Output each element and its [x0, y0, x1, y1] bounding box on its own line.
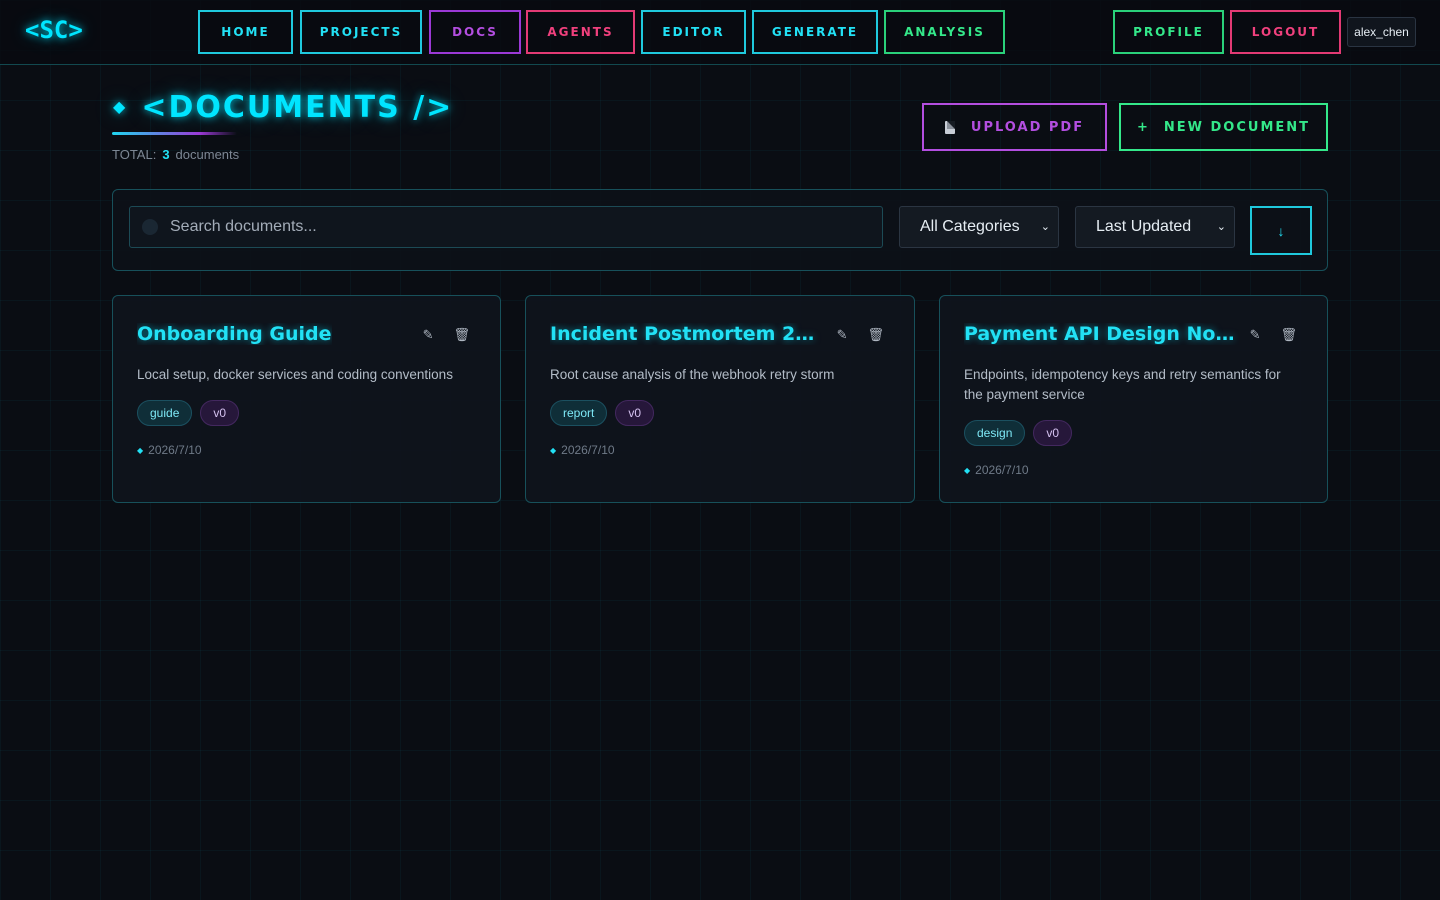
total-label: TOTAL:	[112, 147, 157, 162]
app-logo[interactable]: <SC>	[25, 16, 83, 44]
plus-icon: +	[1136, 119, 1150, 135]
nav-generate-button[interactable]: GENERATE	[752, 10, 878, 54]
new-document-button[interactable]: + NEW DOCUMENT	[1119, 103, 1328, 151]
filter-panel: All Categories ⌄ Last Updated ⌄ ↓	[112, 189, 1328, 271]
title-underline	[112, 132, 237, 135]
profile-button[interactable]: PROFILE	[1113, 10, 1224, 54]
category-select[interactable]: All Categories ⌄	[899, 206, 1059, 248]
top-navbar: <SC> HOME PROJECTS DOCS AGENTS EDITOR GE…	[0, 0, 1440, 65]
document-date: ◆ 2026/7/10	[137, 443, 202, 457]
document-date-text: 2026/7/10	[975, 463, 1029, 477]
document-total: TOTAL: 3 documents	[112, 147, 239, 162]
chevron-down-icon: ⌄	[1216, 221, 1226, 233]
page-title-text: <DOCUMENTS />	[141, 90, 454, 125]
document-date: ◆ 2026/7/10	[964, 463, 1029, 477]
username-badge[interactable]: alex_chen	[1347, 17, 1416, 47]
diamond-icon: ◆	[550, 446, 557, 455]
document-title[interactable]: Onboarding Guide	[137, 323, 332, 345]
document-description: Local setup, docker services and coding …	[137, 367, 453, 382]
sort-direction-button[interactable]: ↓	[1250, 206, 1312, 255]
version-tag: v0	[1033, 420, 1073, 446]
category-select-value: All Categories	[920, 218, 1020, 235]
upload-pdf-button[interactable]: UPLOAD PDF	[922, 103, 1107, 151]
search-box[interactable]	[129, 206, 883, 248]
nav-home-button[interactable]: HOME	[198, 10, 293, 54]
nav-analysis-button[interactable]: ANALYSIS	[884, 10, 1005, 54]
arrow-down-icon: ↓	[1277, 222, 1285, 239]
chevron-down-icon: ⌄	[1040, 221, 1050, 233]
page-title: ◆ <DOCUMENTS />	[113, 90, 453, 125]
version-tag: v0	[200, 400, 240, 426]
sort-select[interactable]: Last Updated ⌄	[1075, 206, 1235, 248]
sort-select-value: Last Updated	[1096, 218, 1192, 235]
upload-pdf-label: UPLOAD PDF	[970, 119, 1085, 135]
document-card[interactable]: Incident Postmortem 2026-... ✎ 🗑 Root ca…	[525, 295, 915, 503]
edit-icon[interactable]: ✎	[423, 327, 434, 343]
total-unit: documents	[175, 147, 240, 162]
version-tag: v0	[615, 400, 655, 426]
document-description: Endpoints, idempotency keys and retry se…	[964, 367, 1281, 402]
category-tag: report	[550, 400, 608, 426]
edit-icon[interactable]: ✎	[1250, 327, 1261, 343]
document-title[interactable]: Payment API Design Notes	[964, 323, 1239, 345]
nav-docs-button[interactable]: DOCS	[429, 10, 521, 54]
diamond-icon: ◆	[964, 466, 971, 475]
document-date-text: 2026/7/10	[148, 443, 202, 457]
document-card[interactable]: Payment API Design Notes ✎ 🗑 Endpoints, …	[939, 295, 1328, 503]
category-tag: design	[964, 420, 1026, 446]
total-count: 3	[162, 147, 170, 162]
search-icon	[144, 221, 156, 233]
nav-editor-button[interactable]: EDITOR	[641, 10, 746, 54]
diamond-icon: ◆	[137, 446, 144, 455]
document-description: Root cause analysis of the webhook retry…	[550, 367, 835, 382]
document-date: ◆ 2026/7/10	[550, 443, 615, 457]
search-input[interactable]	[170, 218, 850, 236]
trash-icon[interactable]: 🗑	[1280, 327, 1297, 343]
diamond-icon: ◆	[113, 97, 128, 116]
document-icon	[944, 120, 955, 134]
trash-icon[interactable]: 🗑	[453, 327, 470, 343]
document-card[interactable]: Onboarding Guide ✎ 🗑 Local setup, docker…	[112, 295, 501, 503]
category-tag: guide	[137, 400, 193, 426]
logout-button[interactable]: LOGOUT	[1230, 10, 1341, 54]
trash-icon[interactable]: 🗑	[867, 327, 884, 343]
document-title[interactable]: Incident Postmortem 2026-...	[550, 323, 825, 345]
nav-projects-button[interactable]: PROJECTS	[300, 10, 422, 54]
nav-agents-button[interactable]: AGENTS	[526, 10, 635, 54]
document-date-text: 2026/7/10	[561, 443, 615, 457]
edit-icon[interactable]: ✎	[837, 327, 848, 343]
new-document-label: NEW DOCUMENT	[1163, 119, 1311, 135]
